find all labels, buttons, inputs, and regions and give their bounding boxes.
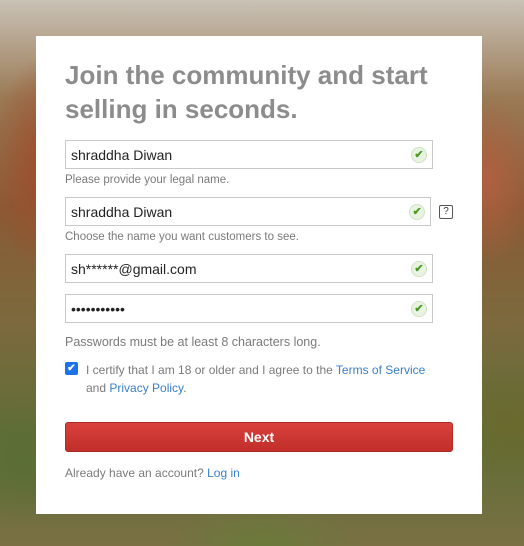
question-mark-icon[interactable]: ? — [439, 204, 453, 219]
password-hint: Passwords must be at least 8 characters … — [65, 335, 321, 349]
password-row: ✔ — [65, 294, 453, 323]
signup-card: Join the community and start selling in … — [36, 36, 482, 514]
certify-checkbox[interactable]: ✔ — [65, 362, 78, 375]
legal-name-hint: Please provide your legal name. — [65, 174, 230, 186]
check-circle-icon: ✔ — [411, 301, 427, 317]
certify-label: I certify that I am 18 or older and I ag… — [86, 361, 446, 397]
certify-text-after: . — [183, 381, 187, 395]
certify-row: ✔ I certify that I am 18 or older and I … — [65, 361, 453, 397]
legal-name-row: ✔ — [65, 140, 453, 169]
display-name-input[interactable] — [66, 198, 431, 225]
page-title: Join the community and start selling in … — [65, 60, 428, 124]
password-input[interactable] — [66, 295, 432, 322]
checkmark-icon: ✔ — [67, 362, 76, 374]
login-prompt-text: Already have an account? — [65, 466, 204, 480]
display-name-field[interactable]: ✔ — [65, 197, 432, 226]
legal-name-input[interactable] — [66, 141, 432, 168]
password-field[interactable]: ✔ — [65, 294, 433, 323]
email-input[interactable] — [66, 255, 432, 282]
check-circle-icon: ✔ — [409, 204, 426, 220]
display-name-row: ✔ ? — [65, 197, 453, 226]
email-field[interactable]: ✔ — [65, 254, 433, 283]
terms-of-service-link[interactable]: Terms of Service — [336, 363, 425, 377]
display-name-hint: Choose the name you want customers to se… — [65, 231, 299, 243]
check-circle-icon: ✔ — [411, 261, 427, 277]
legal-name-field[interactable]: ✔ — [65, 140, 433, 169]
email-row: ✔ — [65, 254, 453, 283]
login-prompt: Already have an account? Log in — [65, 466, 453, 480]
next-button[interactable]: Next — [65, 422, 453, 452]
check-circle-icon: ✔ — [411, 147, 427, 163]
certify-text-before: I certify that I am 18 or older and I ag… — [86, 363, 336, 377]
certify-text-middle: and — [86, 381, 110, 395]
login-link[interactable]: Log in — [207, 466, 240, 480]
privacy-policy-link[interactable]: Privacy Policy — [109, 381, 183, 395]
